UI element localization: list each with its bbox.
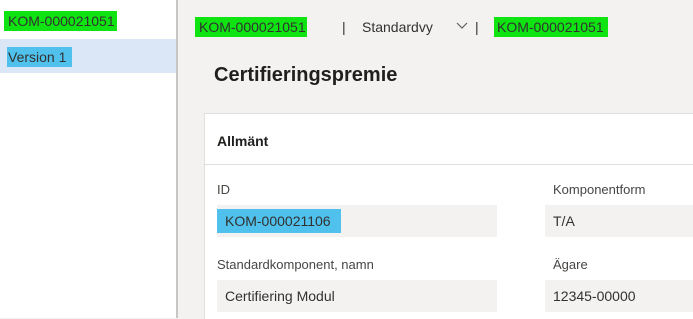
page-title: Certifieringspremie [214,64,398,86]
nav-item-record[interactable]: KOM-000021051 [0,6,176,36]
owner-label: Ägare [553,257,588,272]
breadcrumb-separator: | [342,19,346,35]
standard-name-field[interactable]: Certifiering Modul [217,280,497,312]
breadcrumb-form-id[interactable]: KOM-000021051 [494,17,608,37]
id-field[interactable]: KOM-000021106 [217,205,497,237]
id-label: ID [217,182,230,197]
view-selector[interactable]: Standardvy [362,17,433,37]
header-bar: KOM-000021051 | Standardvy | KOM-0000210… [178,0,693,50]
owner-field[interactable]: 12345-00000 [545,280,693,312]
breadcrumb-record[interactable]: KOM-000021051 [195,17,307,37]
component-form-field[interactable]: T/A [545,205,693,237]
component-form-value: T/A [553,213,575,229]
standard-name-label: Standardkomponent, namn [217,257,374,272]
nav-item-label: KOM-000021051 [4,11,117,31]
nav-item-label: Version 1 [7,47,73,67]
id-value: KOM-000021106 [217,209,341,233]
standard-name-value: Certifiering Modul [225,288,335,304]
form-card: Allmänt ID KOM-000021106 Standardkompone… [204,113,693,319]
section-divider [205,164,693,165]
owner-value: 12345-00000 [553,288,636,304]
chevron-down-icon[interactable] [456,18,468,32]
section-title: Allmänt [217,133,269,149]
nav-item-version[interactable]: Version 1 [0,39,176,73]
left-navigation: KOM-000021051 Version 1 [0,0,176,318]
breadcrumb-separator: | [475,19,479,35]
component-form-label: Komponentform [553,182,646,197]
